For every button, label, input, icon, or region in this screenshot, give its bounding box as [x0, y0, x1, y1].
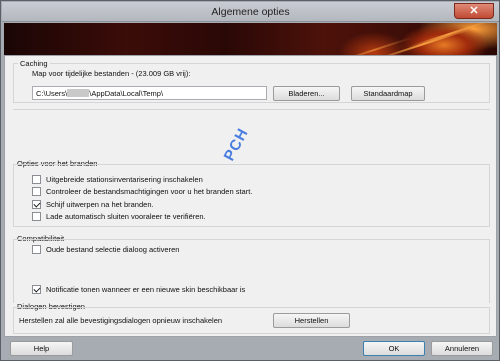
cancel-button[interactable]: Annuleren	[431, 341, 493, 356]
temp-folder-path-end: \AppData\Local\Temp\	[89, 89, 164, 98]
title-bar[interactable]: Algemene opties ✕	[2, 2, 499, 22]
pch-watermark: PCH	[220, 125, 252, 164]
eject-disc-label: Schijf uitwerpen na het branden.	[46, 200, 154, 209]
window-title: Algemene opties	[211, 6, 290, 18]
checkbox-skin-notification[interactable]	[32, 285, 41, 294]
options-dialog: Algemene opties ✕ Caching Map voor tijde…	[0, 0, 500, 361]
extended-inventory-label: Uitgebreide stationsinventarisering insc…	[46, 175, 203, 184]
reset-dialogs-button[interactable]: Herstellen	[273, 313, 350, 328]
check-permissions-label: Controleer de bestandsmachtigingen voor …	[46, 187, 253, 196]
redacted-username	[67, 89, 90, 97]
browse-button[interactable]: Bladeren...	[273, 86, 340, 101]
ok-button[interactable]: OK	[363, 341, 425, 356]
skin-notification-label: Notificatie tonen wanneer er een nieuwe …	[46, 285, 246, 294]
checkbox-check-permissions[interactable]	[32, 187, 41, 196]
old-file-dialog-label: Oude bestand selectie dialoog activeren	[46, 245, 180, 254]
dialogs-description: Herstellen zal alle bevestigingsdialogen…	[19, 316, 223, 325]
separator	[13, 109, 490, 110]
flame-banner	[4, 19, 497, 64]
default-folder-button[interactable]: Standaardmap	[351, 86, 425, 101]
checkbox-close-tray[interactable]	[32, 212, 41, 221]
help-button[interactable]: Help	[10, 341, 73, 356]
options-panel: Caching Map voor tijdelijke bestanden - …	[4, 55, 497, 337]
temp-folder-path-start: C:\Users\	[36, 89, 68, 98]
caching-group-title: Caching	[18, 59, 50, 68]
dialog-footer: Help OK Annuleren	[4, 337, 497, 359]
checkbox-eject-disc[interactable]	[32, 200, 41, 209]
close-button[interactable]: ✕	[454, 3, 494, 19]
temp-folder-input[interactable]: C:\Users\ \AppData\Local\Temp\	[32, 86, 267, 100]
temp-folder-label: Map voor tijdelijke bestanden - (23.009 …	[32, 69, 191, 78]
checkbox-old-file-dialog[interactable]	[32, 245, 41, 254]
close-tray-label: Lade automatisch sluiten vooraleer te ve…	[46, 212, 206, 221]
checkbox-extended-inventory[interactable]	[32, 175, 41, 184]
caching-group: Caching Map voor tijdelijke bestanden - …	[13, 59, 490, 103]
